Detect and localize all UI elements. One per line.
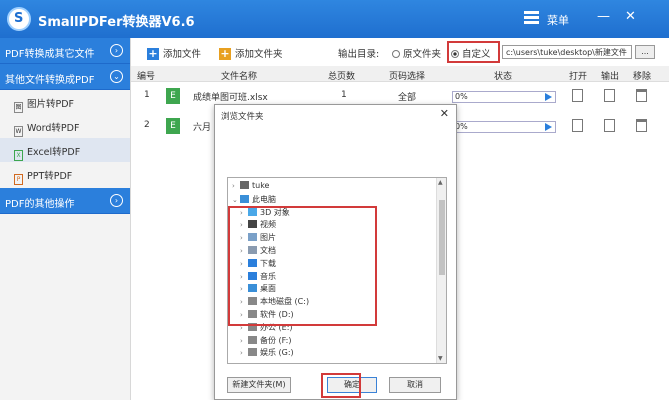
col-header-filename: 文件名称 (221, 72, 258, 82)
play-icon[interactable] (545, 93, 552, 101)
add-file-button[interactable]: + 添加文件 (147, 46, 201, 60)
open-icon[interactable] (572, 89, 583, 102)
radio-original-folder[interactable]: 原文件夹 (392, 46, 441, 60)
sidebar-item-image-to-pdf[interactable]: 图图片转PDF (0, 90, 130, 114)
scroll-thumb[interactable] (439, 200, 445, 275)
new-folder-button[interactable]: 新建文件夹(M) (227, 377, 291, 393)
progress-text: 0% (455, 92, 468, 101)
tree-node[interactable]: › 娱乐 (G:) (240, 347, 294, 359)
row-number: 1 (144, 90, 150, 100)
close-button[interactable]: ✕ (625, 9, 636, 24)
title-bar: S SmallPDFer转换器V6.6 菜单 — ✕ (0, 0, 669, 38)
app-window: S SmallPDFer转换器V6.6 菜单 — ✕ PDF转换成其它文件 › … (0, 0, 669, 400)
excel-icon: E (166, 88, 180, 104)
row-range[interactable]: 全部 (398, 90, 416, 103)
menu-button[interactable]: 菜单 (547, 12, 569, 28)
sidebar-item-label: PPT转PDF (27, 171, 73, 182)
tree-scrollbar[interactable]: ▲ ▼ (436, 178, 446, 363)
sidebar-item-ppt-to-pdf[interactable]: P PPT转PDF (0, 162, 130, 186)
word-file-icon: W (14, 126, 23, 137)
tree-node-label: 娱乐 (G:) (260, 348, 294, 358)
output-icon[interactable] (604, 119, 615, 132)
row-number: 2 (144, 120, 150, 130)
highlight-box-folders (228, 206, 377, 326)
add-folder-button[interactable]: + 添加文件夹 (219, 46, 283, 60)
user-icon (240, 181, 249, 189)
highlight-box-custom (447, 41, 500, 63)
chevron-right-icon[interactable]: › (240, 337, 248, 345)
tree-node-label: 备份 (F:) (260, 335, 292, 345)
progress-bar: 0% (452, 91, 556, 103)
add-folder-label: 添加文件夹 (235, 49, 283, 60)
sidebar-item-label: Word转PDF (27, 123, 80, 134)
drive-icon (248, 335, 257, 344)
pc-icon (240, 194, 249, 203)
section-label: 其他文件转换成PDF (5, 75, 95, 86)
col-header-range: 页码选择 (389, 72, 426, 82)
cancel-button[interactable]: 取消 (389, 377, 441, 393)
sidebar-item-word-to-pdf[interactable]: W Word转PDF (0, 114, 130, 138)
drive-icon (248, 348, 257, 357)
row-filename: 成绩单图可班.xlsx (193, 93, 268, 103)
col-header-output: 输出 (601, 72, 620, 82)
dialog-close-icon[interactable]: ✕ (440, 107, 449, 120)
radio-label: 原文件夹 (403, 49, 442, 60)
plus-icon: + (147, 47, 159, 60)
menu-icon[interactable] (524, 11, 539, 26)
col-header-number: 编号 (137, 72, 156, 82)
tree-node-label: 此电脑 (252, 194, 276, 204)
col-header-status: 状态 (494, 72, 513, 82)
section-label: PDF转换成其它文件 (5, 49, 95, 60)
excel-file-icon: X (14, 150, 23, 161)
app-title: SmallPDFer转换器V6.6 (38, 15, 195, 30)
trash-icon[interactable] (636, 119, 647, 132)
add-file-label: 添加文件 (163, 49, 202, 60)
tree-node[interactable]: ⌄ 此电脑 (232, 194, 276, 206)
row-filename: 六月 (193, 123, 212, 133)
trash-icon[interactable] (636, 89, 647, 102)
sidebar-section-other-ops[interactable]: PDF的其他操作 › (0, 188, 130, 214)
col-header-remove: 移除 (633, 72, 652, 82)
chevron-right-icon: › (110, 194, 123, 207)
tree-node[interactable]: › tuke (232, 181, 269, 193)
tree-node[interactable]: › 备份 (F:) (240, 335, 291, 347)
output-dir-label: 输出目录: (338, 49, 380, 60)
ppt-file-icon: P (14, 174, 23, 185)
sidebar-section-other-to-pdf[interactable]: 其他文件转换成PDF ⌄ (0, 64, 130, 90)
chevron-down-icon[interactable]: ⌄ (232, 196, 240, 204)
highlight-box-ok (321, 373, 361, 398)
sidebar-item-excel-to-pdf[interactable]: X Excel转PDF (0, 138, 130, 162)
col-header-pages: 总页数 (328, 72, 356, 82)
output-icon[interactable] (604, 89, 615, 102)
chevron-right-icon[interactable]: › (240, 349, 248, 357)
chevron-right-icon: › (110, 44, 123, 57)
table-header: 编号 文件名称 总页数 页码选择 状态 打开 输出 移除 (131, 66, 669, 82)
logo-letter: S (14, 11, 24, 26)
app-logo: S (7, 7, 31, 31)
progress-bar: 0% (452, 121, 556, 133)
sidebar-section-pdf-to-other[interactable]: PDF转换成其它文件 › (0, 38, 130, 64)
chevron-right-icon[interactable]: › (232, 182, 240, 190)
sidebar-item-label: Excel转PDF (27, 147, 81, 158)
sidebar: PDF转换成其它文件 › 其他文件转换成PDF ⌄ 图图片转PDF W Word转… (0, 38, 131, 400)
minimize-button[interactable]: — (597, 9, 610, 24)
image-file-icon: 图 (14, 102, 23, 113)
col-header-open: 打开 (569, 72, 588, 82)
radio-icon (392, 50, 400, 58)
row-pages: 1 (341, 90, 347, 100)
tree-node-label: tuke (252, 181, 270, 190)
output-path-input[interactable]: c:\users\tuke\desktop\新建文件 (502, 45, 632, 59)
dialog-title: 浏览文件夹 (221, 112, 264, 122)
section-label: PDF的其他操作 (5, 199, 75, 210)
open-icon[interactable] (572, 119, 583, 132)
play-icon[interactable] (545, 123, 552, 131)
excel-icon: E (166, 118, 180, 134)
sidebar-item-label: 图片转PDF (27, 99, 75, 110)
add-folder-icon: + (219, 47, 231, 60)
chevron-down-icon: ⌄ (110, 70, 123, 83)
browse-button[interactable]: ... (635, 45, 655, 59)
